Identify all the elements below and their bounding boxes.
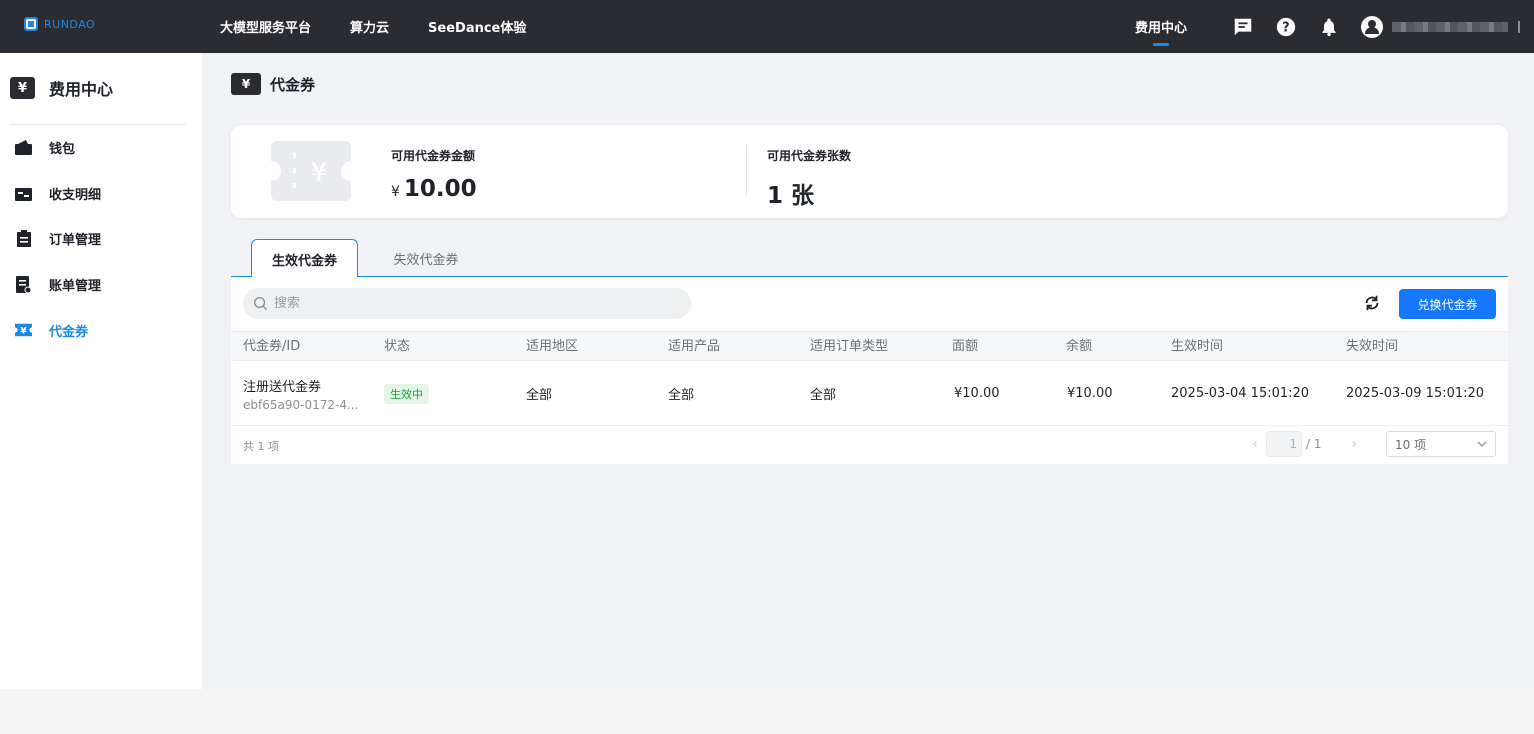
status-badge: 生效中 — [384, 383, 429, 404]
available-amount-label: 可用代金券金额 — [391, 149, 476, 163]
column-header: 状态 — [384, 339, 411, 354]
column-header: 失效时间 — [1346, 339, 1399, 354]
column-header: 适用产品 — [668, 339, 721, 354]
refresh-icon[interactable] — [1362, 293, 1382, 313]
search-box — [243, 288, 691, 319]
available-amount-value: ¥10.00 — [391, 176, 477, 202]
column-header: 适用订单类型 — [810, 339, 889, 354]
voucher-cell: 注册送代金券 ebf65a90-0172-4... — [243, 361, 358, 426]
topnav-item-seedance[interactable]: SeeDance体验 — [428, 17, 526, 36]
transactions-icon — [15, 185, 32, 202]
available-amount-stat: 可用代金券金额 ¥10.00 — [391, 147, 477, 202]
page-title: 代金券 — [270, 75, 316, 94]
topnav-item-model-platform[interactable]: 大模型服务平台 — [220, 17, 311, 36]
table-header: 代金券/ID 状态 适用地区 适用产品 适用订单类型 面额 余额 生效时间 失效… — [231, 331, 1508, 361]
table-row[interactable]: 注册送代金券 ebf65a90-0172-4... 生效中 全部 全部 全部 ¥… — [231, 361, 1508, 426]
page-size-value: 10 项 — [1395, 437, 1427, 452]
sidebar-item-orders[interactable]: 订单管理 — [15, 227, 101, 249]
chevron-down-icon — [1477, 441, 1487, 447]
username-redacted — [1392, 21, 1508, 32]
ticket-illustration-icon: ¥ — [271, 141, 351, 201]
sidebar-divider — [10, 124, 186, 125]
end-time-cell: 2025-03-09 15:01:20 — [1346, 386, 1485, 401]
available-count-stat: 可用代金券张数 1 张 — [767, 147, 851, 210]
help-icon[interactable]: ? — [1274, 15, 1298, 39]
yen-icon: ¥ — [10, 77, 35, 99]
voucher-title-icon: ¥ — [231, 73, 261, 95]
message-icon[interactable] — [1231, 15, 1255, 39]
bill-icon — [15, 275, 32, 293]
pagination: ‹ 1 / 1 › — [1244, 431, 1366, 457]
search-input[interactable] — [274, 296, 654, 311]
page-number-input[interactable]: 1 — [1266, 431, 1302, 457]
status-cell: 生效中 — [384, 361, 429, 426]
sidebar-item-vouchers[interactable]: ¥ 代金券 — [15, 319, 88, 341]
voucher-id: ebf65a90-0172-4... — [243, 397, 359, 412]
sidebar-item-label: 钱包 — [49, 141, 76, 157]
order-type-cell: 全部 — [810, 388, 837, 403]
svg-text:?: ? — [1282, 20, 1289, 35]
sidebar-item-label: 账单管理 — [49, 278, 102, 294]
bottom-strip — [0, 689, 1534, 734]
voucher-table-card: 兑换代金券 代金券/ID 状态 适用地区 适用产品 适用订单类型 面额 余额 生… — [231, 277, 1508, 464]
column-header: 余额 — [1066, 339, 1093, 354]
tab-active-vouchers[interactable]: 生效代金券 — [251, 239, 358, 278]
bell-icon[interactable] — [1317, 15, 1341, 39]
page-size-select[interactable]: 10 项 — [1386, 431, 1496, 457]
svg-text:¥: ¥ — [20, 327, 27, 337]
brand-logo[interactable]: RUNDAO — [24, 17, 95, 31]
start-time-cell: 2025-03-04 15:01:20 — [1171, 386, 1310, 401]
voucher-icon: ¥ — [15, 322, 32, 339]
sidebar-item-label: 代金券 — [49, 324, 89, 340]
topnav-item-fee-center[interactable]: 费用中心 — [1135, 17, 1187, 46]
search-icon — [253, 296, 268, 311]
scrollbar-track[interactable] — [1526, 53, 1534, 689]
page-total: / 1 — [1306, 437, 1322, 451]
sidebar-item-transactions[interactable]: 收支明细 — [15, 182, 101, 204]
column-header: 生效时间 — [1171, 339, 1224, 354]
next-page-icon[interactable]: › — [1344, 437, 1366, 452]
amount-number: 10.00 — [403, 176, 477, 202]
top-right-actions: 费用中心 ? — [1135, 0, 1520, 53]
logo-icon — [24, 17, 38, 31]
available-count-label: 可用代金券张数 — [767, 149, 852, 163]
top-nav-menu: 大模型服务平台 算力云 SeeDance体验 — [220, 0, 526, 53]
currency-symbol: ¥ — [391, 184, 400, 200]
voucher-tabs: 生效代金券 失效代金券 — [231, 239, 1508, 278]
total-count: 共 1 项 — [243, 440, 279, 453]
face-value-cell: ¥10.00 — [954, 386, 1000, 401]
topnav-item-compute-cloud[interactable]: 算力云 — [350, 17, 389, 36]
stat-divider — [746, 145, 747, 197]
balance-cell: ¥10.00 — [1067, 386, 1113, 401]
sidebar: ¥ 费用中心 钱包 收支明细 订单管理 账单管理 ¥ 代金券 — [0, 53, 202, 689]
product-cell: 全部 — [668, 388, 695, 403]
voucher-summary-card: ¥ 可用代金券金额 ¥10.00 可用代金券张数 1 张 — [231, 125, 1508, 218]
sidebar-item-wallet[interactable]: 钱包 — [15, 136, 75, 158]
redeem-voucher-button[interactable]: 兑换代金券 — [1399, 289, 1496, 319]
top-navbar: RUNDAO 大模型服务平台 算力云 SeeDance体验 费用中心 ? — [0, 0, 1534, 53]
sidebar-title: 费用中心 — [49, 80, 114, 99]
column-header: 面额 — [952, 339, 979, 354]
sidebar-item-label: 订单管理 — [49, 232, 102, 248]
user-avatar-icon[interactable] — [1360, 15, 1384, 39]
prev-page-icon[interactable]: ‹ — [1244, 437, 1266, 452]
available-count-value: 1 张 — [767, 183, 815, 209]
svg-text:¥: ¥ — [311, 158, 328, 188]
page-header: ¥ 代金券 — [231, 73, 315, 95]
sidebar-item-bills[interactable]: 账单管理 — [15, 273, 101, 295]
voucher-name: 注册送代金券 — [243, 379, 322, 395]
sidebar-header: ¥ 费用中心 — [10, 76, 113, 100]
clipboard-icon — [15, 229, 32, 247]
wallet-icon — [15, 139, 32, 156]
tab-expired-vouchers[interactable]: 失效代金券 — [358, 239, 494, 277]
region-cell: 全部 — [526, 388, 553, 403]
sidebar-item-label: 收支明细 — [49, 187, 102, 203]
username-divider — [1518, 20, 1520, 33]
brand-name: RUNDAO — [44, 17, 96, 31]
column-header: 适用地区 — [526, 339, 579, 354]
column-header: 代金券/ID — [243, 339, 301, 354]
